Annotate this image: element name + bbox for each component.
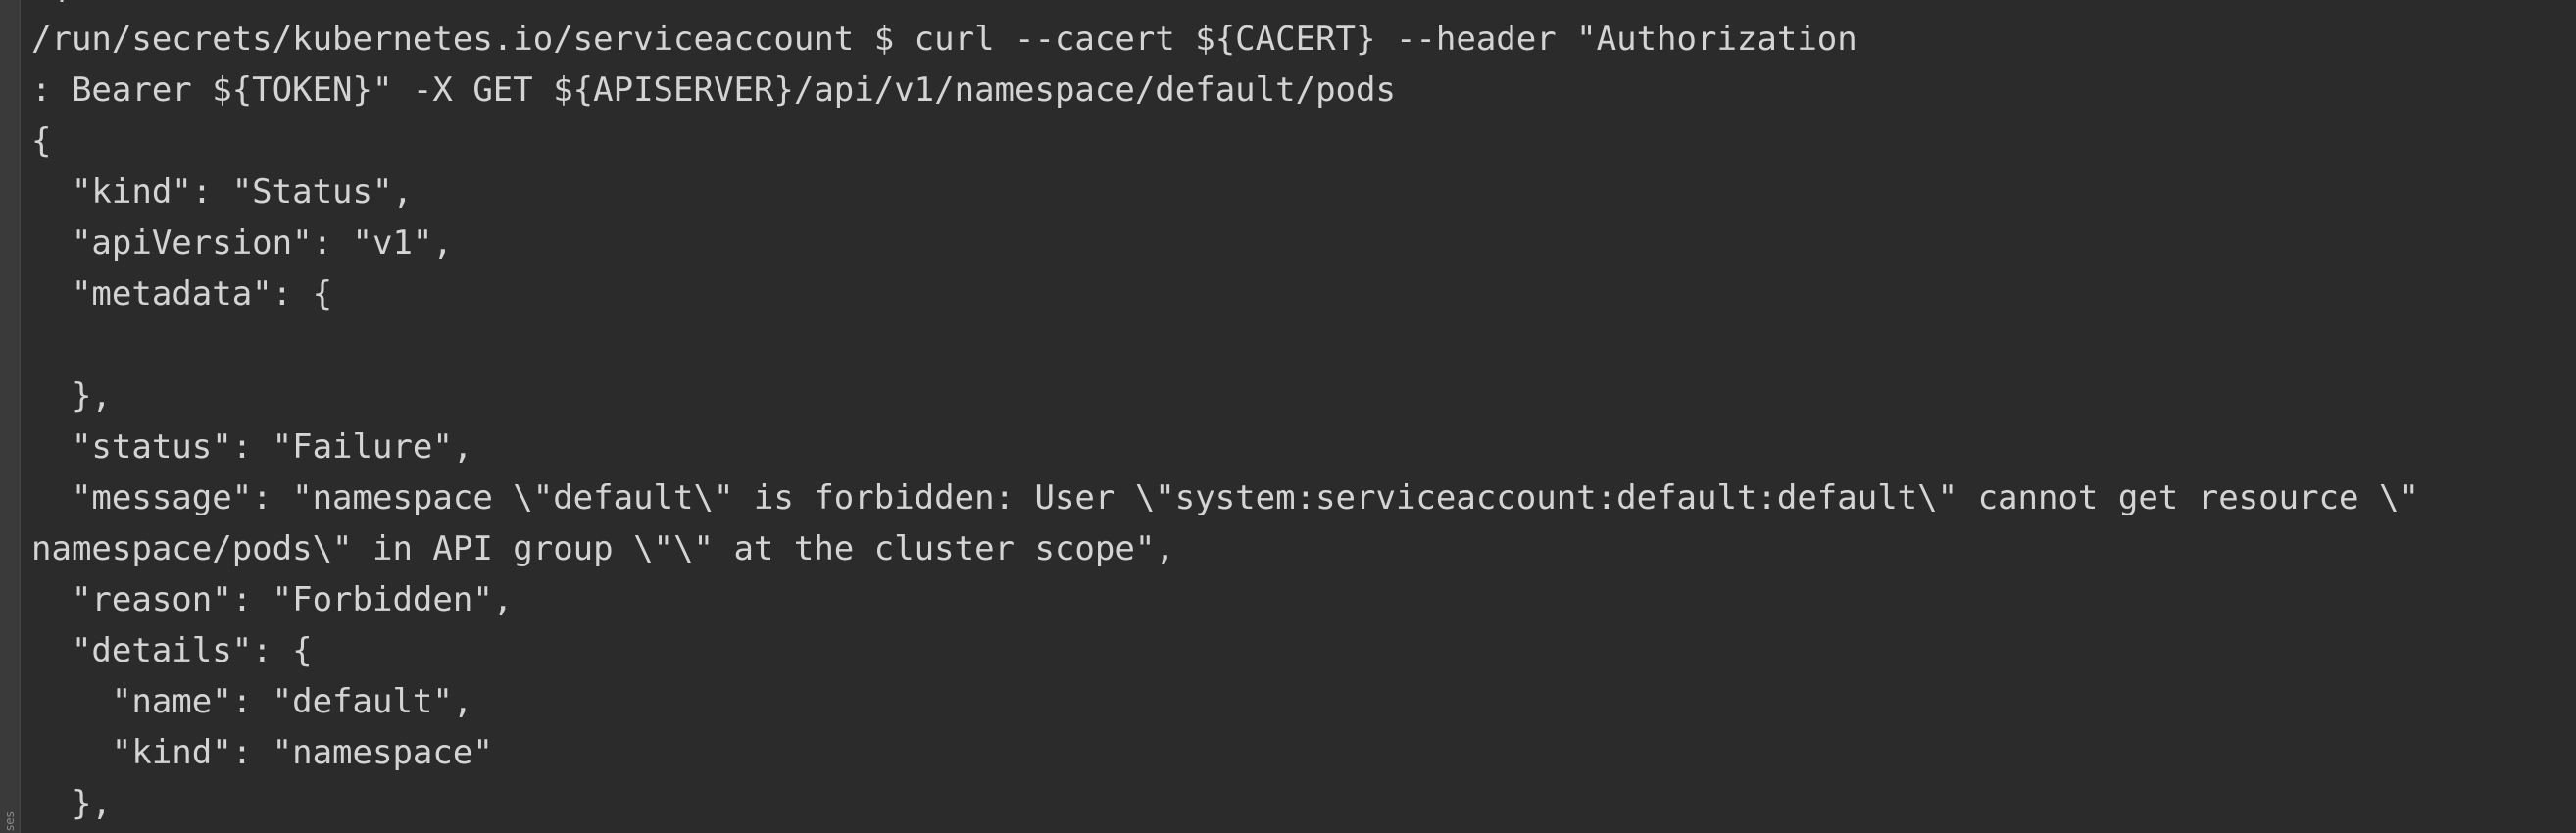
left-gutter: ses <box>0 0 21 833</box>
terminal-line: namespace/pods\" in API group \"\" at th… <box>31 529 1175 568</box>
scrolled-line-fragment: ⌐ <box>59 0 98 2</box>
terminal-line: "message": "namespace \"default\" is for… <box>31 478 2419 517</box>
terminal-line: "reason": "Forbidden", <box>31 580 514 619</box>
terminal-line: : Bearer ${TOKEN}" -X GET ${APISERVER}/a… <box>31 71 1396 110</box>
terminal-output[interactable]: /run/secrets/kubernetes.io/serviceaccoun… <box>31 14 2576 833</box>
terminal-line: "apiVersion": "v1", <box>31 223 453 263</box>
terminal-line: { <box>31 122 52 161</box>
terminal-line: }, <box>31 784 112 823</box>
terminal-line: "metadata": { <box>31 274 333 314</box>
terminal-line: /run/secrets/kubernetes.io/serviceaccoun… <box>31 20 1858 59</box>
terminal-line: "name": "default", <box>31 682 473 721</box>
terminal-line: "kind": "namespace" <box>31 733 493 772</box>
terminal-line: }, <box>31 376 112 416</box>
terminal-line: "kind": "Status", <box>31 172 413 212</box>
terminal-window[interactable]: ses ⌐ /run/secrets/kubernetes.io/service… <box>0 0 2576 833</box>
terminal-line: "status": "Failure", <box>31 427 473 466</box>
gutter-label: ses <box>3 811 17 831</box>
terminal-line: "details": { <box>31 631 313 670</box>
